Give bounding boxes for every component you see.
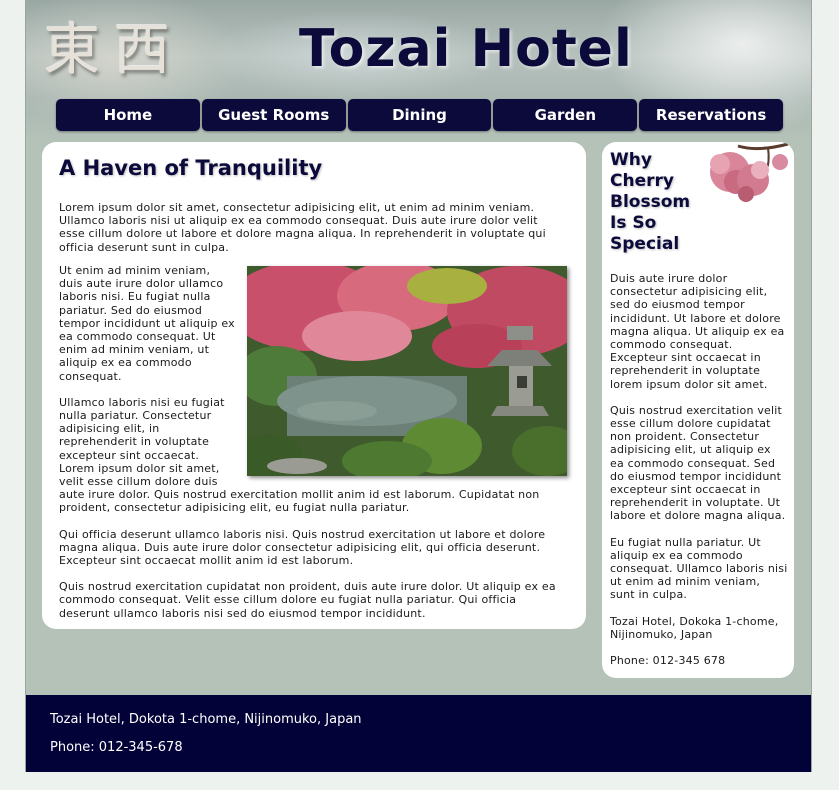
sidebar-paragraph: Eu fugiat nulla pariatur. Ut aliquip ex … — [610, 535, 788, 602]
cherry-blossom-image — [698, 142, 794, 212]
kanji-logo: 東西 — [44, 18, 184, 83]
content-wrap: Ut enim ad minim veniam, duis aute irure… — [59, 264, 567, 633]
nav-item-guest-rooms[interactable]: Guest Rooms — [201, 99, 346, 131]
sidebar-address: Tozai Hotel, Dokoka 1-chome, Nijinomuko,… — [610, 614, 779, 641]
nav-item-reservations[interactable]: Reservations — [639, 99, 783, 131]
main-content: A Haven of Tranquility Lorem ipsum dolor… — [42, 142, 586, 629]
sidebar-paragraph: Quis nostrud exercitation velit esse cil… — [610, 403, 786, 523]
sidebar-heading: Why Cherry Blossom Is So Special — [610, 150, 691, 254]
sidebar-paragraph: Duis aute irure dolor consectetur adipis… — [610, 272, 785, 391]
main-paragraph: Qui officia deserunt ullamco laboris nis… — [59, 527, 546, 568]
header: 東西 Tozai Hotel Home Guest Rooms Dining G… — [26, 0, 811, 140]
main-nav: Home Guest Rooms Dining Garden Reservati… — [56, 99, 783, 131]
sidebar-phone: Phone: 012-345 678 — [610, 654, 726, 668]
footer-address: Tozai Hotel, Dokota 1-chome, Nijinomuko,… — [50, 712, 362, 727]
sidebar-body: Duis aute irure dolor consectetur adipis… — [610, 272, 788, 678]
main-paragraph: Quis nostrud exercitation cupidatat non … — [59, 580, 556, 620]
nav-item-home[interactable]: Home — [56, 99, 200, 131]
site-title: Tozai Hotel — [299, 19, 633, 79]
footer: Tozai Hotel, Dokota 1-chome, Nijinomuko,… — [26, 695, 811, 772]
main-paragraph: Lorem ipsum dolor sit amet, consectetur … — [59, 201, 546, 254]
garden-photo — [247, 266, 567, 476]
page-container: 東西 Tozai Hotel Home Guest Rooms Dining G… — [25, 0, 812, 772]
nav-item-dining[interactable]: Dining — [347, 99, 492, 131]
main-heading: A Haven of Tranquility — [59, 156, 323, 180]
nav-item-garden[interactable]: Garden — [493, 99, 638, 131]
footer-phone: Phone: 012-345-678 — [50, 740, 183, 755]
sidebar: Why Cherry Blossom Is So Special Duis au… — [602, 142, 794, 678]
